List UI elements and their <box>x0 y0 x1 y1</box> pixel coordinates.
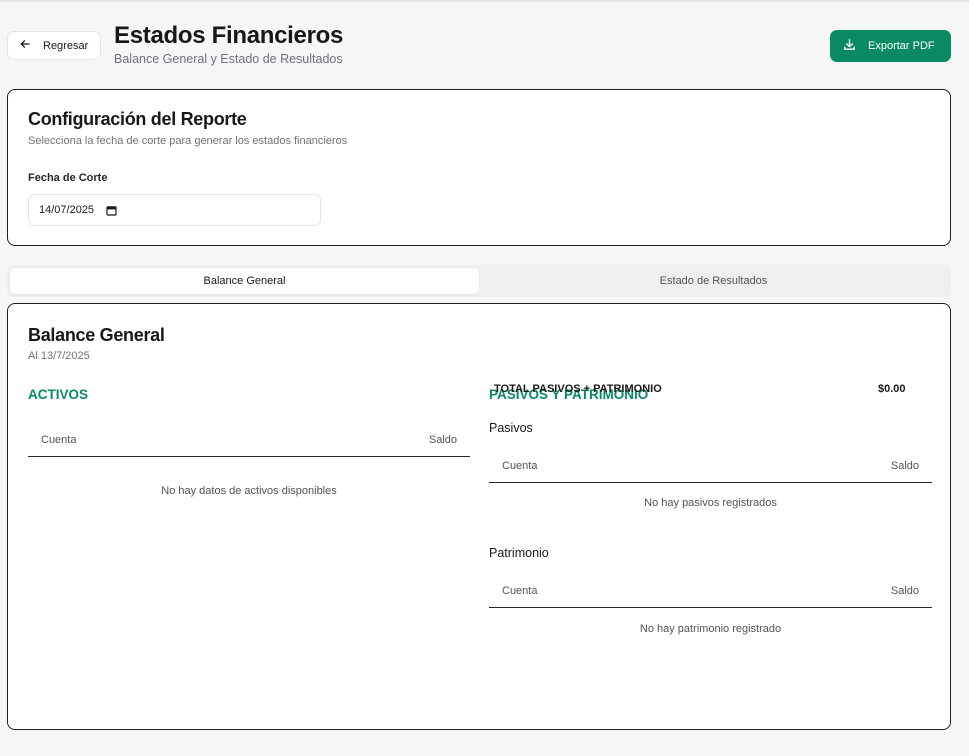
page-title: Estados Financieros <box>114 22 344 49</box>
balance-as-of-date: Al 13/7/2025 <box>28 350 90 362</box>
cutoff-date-label: Fecha de Corte <box>28 172 108 184</box>
export-pdf-button[interactable]: Exportar PDF <box>830 30 951 62</box>
tab-balance-general[interactable]: Balance General <box>10 268 479 294</box>
config-description: Selecciona la fecha de corte para genera… <box>28 135 348 147</box>
back-button-label: Regresar <box>43 39 89 52</box>
back-button[interactable]: Regresar <box>7 31 101 60</box>
assets-col-account: Cuenta <box>41 434 77 446</box>
equity-table-header: Cuenta Saldo <box>489 574 932 608</box>
total-liabilities-equity-value: $0.00 <box>878 383 906 395</box>
equity-empty-message: No hay patrimonio registrado <box>639 623 782 635</box>
assets-col-balance: Saldo <box>428 434 457 446</box>
liabilities-col-account: Cuenta <box>502 460 538 472</box>
calendar-icon[interactable] <box>106 205 117 216</box>
balance-general-card: Balance General Al 13/7/2025 ACTIVOS Cue… <box>7 303 951 730</box>
export-pdf-label: Exportar PDF <box>868 40 935 52</box>
liabilities-title: Pasivos <box>489 421 533 435</box>
total-liabilities-equity-label: TOTAL PASIVOS + PATRIMONIO <box>494 383 662 395</box>
liabilities-empty-message: No hay pasivos registrados <box>644 497 777 509</box>
arrow-left-icon <box>19 38 31 53</box>
config-title: Configuración del Reporte <box>28 109 247 129</box>
download-icon <box>843 38 856 54</box>
report-tabs: Balance General Estado de Resultados <box>7 265 951 297</box>
page-subtitle: Balance General y Estado de Resultados <box>114 52 343 66</box>
assets-table-header: Cuenta Saldo <box>28 423 470 457</box>
liabilities-col-balance: Saldo <box>890 460 919 472</box>
equity-col-balance: Saldo <box>890 585 919 597</box>
assets-empty-message: No hay datos de activos disponibles <box>161 485 337 497</box>
equity-col-account: Cuenta <box>502 585 538 597</box>
top-divider <box>0 0 969 2</box>
tab-estado-resultados[interactable]: Estado de Resultados <box>479 268 948 294</box>
cutoff-date-input[interactable]: 14/07/2025 <box>28 194 321 226</box>
cutoff-date-value: 14/07/2025 <box>39 204 95 216</box>
liabilities-table-header: Cuenta Saldo <box>489 449 932 483</box>
equity-title: Patrimonio <box>489 546 549 560</box>
report-config-card: Configuración del Reporte Selecciona la … <box>7 89 951 246</box>
assets-heading: ACTIVOS <box>28 387 89 402</box>
balance-title: Balance General <box>28 325 165 345</box>
